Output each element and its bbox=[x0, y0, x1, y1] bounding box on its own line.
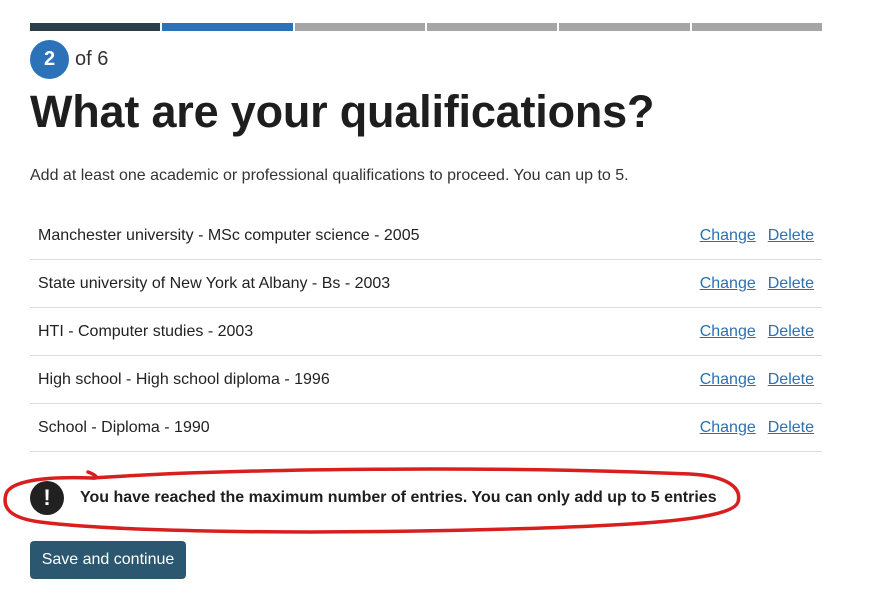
step-total-label: of 6 bbox=[75, 48, 109, 70]
exclamation-icon: ! bbox=[30, 481, 64, 515]
list-item: School - Diploma - 1990 Change Delete bbox=[30, 404, 822, 452]
qualification-text: High school - High school diploma - 1996 bbox=[38, 370, 330, 388]
progress-segment-4 bbox=[426, 23, 558, 31]
delete-link[interactable]: Delete bbox=[768, 371, 814, 389]
qualification-text: Manchester university - MSc computer sci… bbox=[38, 226, 420, 244]
alert-message: You have reached the maximum number of e… bbox=[80, 489, 717, 506]
change-link[interactable]: Change bbox=[700, 323, 756, 341]
row-actions: Change Delete bbox=[700, 227, 814, 245]
list-item: Manchester university - MSc computer sci… bbox=[30, 212, 822, 260]
list-item: State university of New York at Albany -… bbox=[30, 260, 822, 308]
step-number-badge: 2 bbox=[30, 40, 69, 79]
delete-link[interactable]: Delete bbox=[768, 323, 814, 341]
page-title: What are your qualifications? bbox=[30, 86, 655, 137]
progress-segment-6 bbox=[691, 23, 822, 31]
row-actions: Change Delete bbox=[700, 419, 814, 437]
save-and-continue-button[interactable]: Save and continue bbox=[30, 541, 186, 579]
qualifications-list: Manchester university - MSc computer sci… bbox=[30, 212, 822, 452]
step-indicator: 2 of 6 bbox=[30, 40, 108, 79]
row-actions: Change Delete bbox=[700, 323, 814, 341]
list-item: HTI - Computer studies - 2003 Change Del… bbox=[30, 308, 822, 356]
list-item: High school - High school diploma - 1996… bbox=[30, 356, 822, 404]
progress-segment-2 bbox=[162, 23, 293, 31]
progress-segment-5 bbox=[559, 23, 690, 31]
qualification-text: HTI - Computer studies - 2003 bbox=[38, 322, 254, 340]
progress-bar bbox=[30, 23, 822, 31]
intro-text: Add at least one academic or professiona… bbox=[30, 167, 629, 184]
change-link[interactable]: Change bbox=[700, 371, 756, 389]
qualification-text: State university of New York at Albany -… bbox=[38, 274, 391, 292]
delete-link[interactable]: Delete bbox=[768, 419, 814, 437]
row-actions: Change Delete bbox=[700, 275, 814, 293]
progress-segment-1 bbox=[30, 23, 161, 31]
max-entries-alert: ! You have reached the maximum number of… bbox=[30, 481, 717, 515]
change-link[interactable]: Change bbox=[700, 275, 756, 293]
change-link[interactable]: Change bbox=[700, 227, 756, 245]
delete-link[interactable]: Delete bbox=[768, 227, 814, 245]
qualification-text: School - Diploma - 1990 bbox=[38, 418, 210, 436]
change-link[interactable]: Change bbox=[700, 419, 756, 437]
row-actions: Change Delete bbox=[700, 371, 814, 389]
delete-link[interactable]: Delete bbox=[768, 275, 814, 293]
progress-segment-3 bbox=[294, 23, 425, 31]
